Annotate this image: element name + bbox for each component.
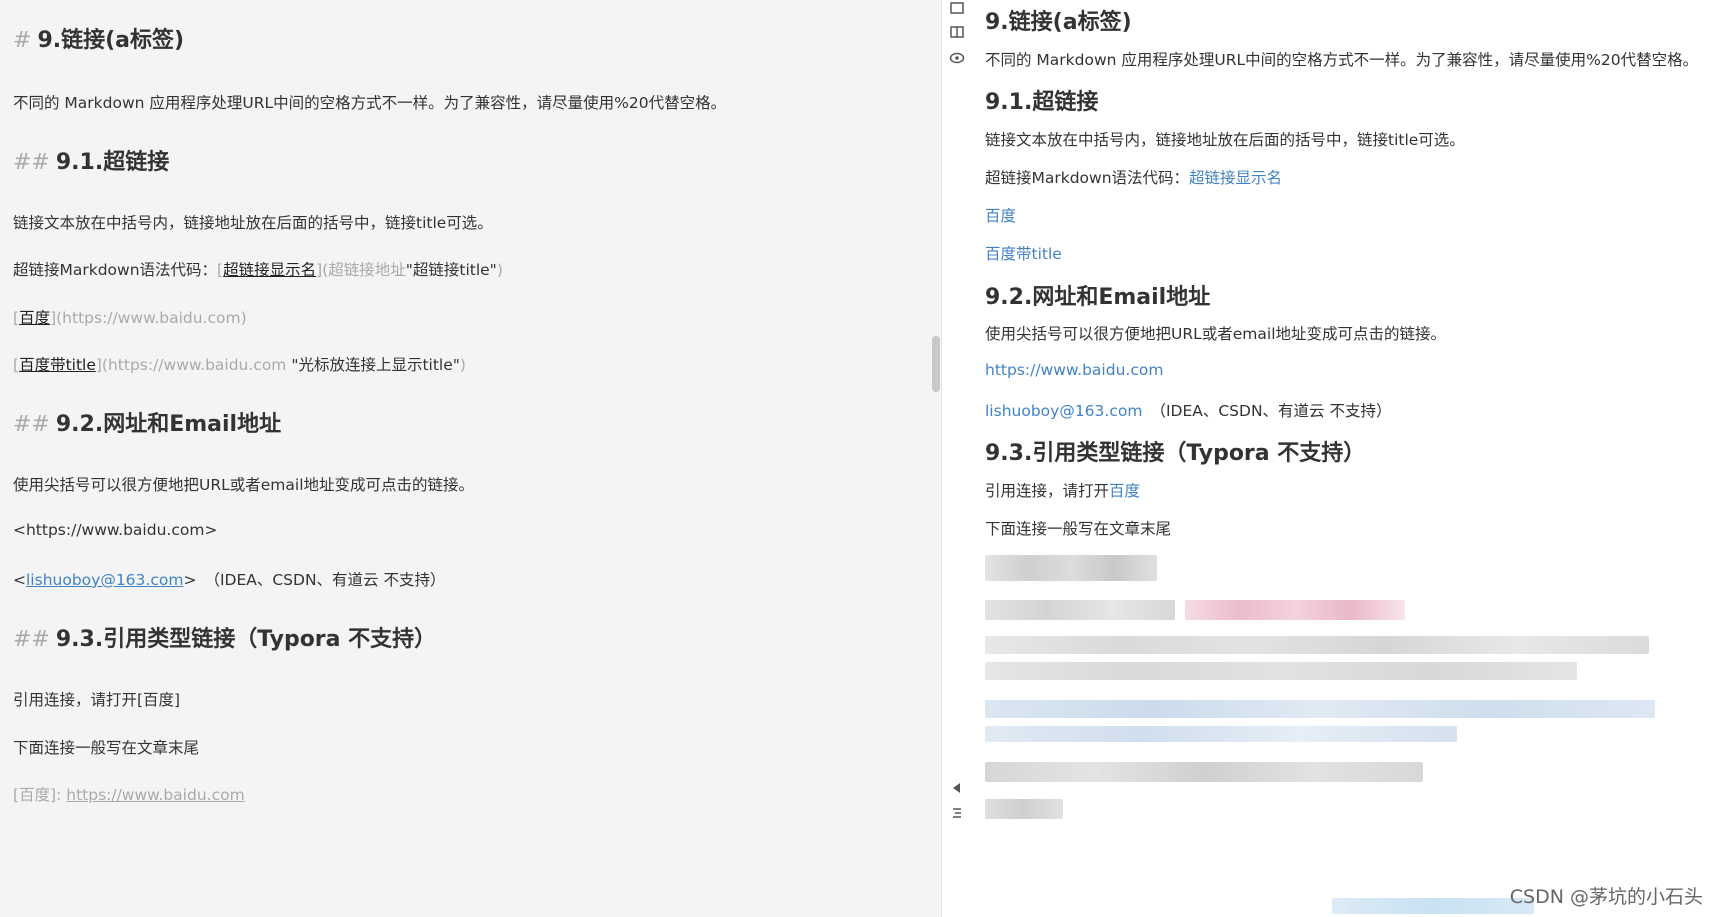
split-view-icon[interactable] (949, 24, 965, 40)
preview-heading-9-2: 9.2.网址和Email地址 (985, 285, 1211, 310)
reference-note: 下面连接一般写在文章末尾 (13, 739, 200, 757)
preview-link-description: 链接文本放在中括号内，链接地址放在后面的括号中，链接title可选。 (985, 131, 1465, 149)
preview-heading-9: 9.链接(a标签) (985, 10, 1132, 35)
baidu-link-source: [百度](https://www.baidu.com) (13, 306, 247, 328)
bracket: ) (459, 356, 466, 374)
view-toolbar (945, 0, 969, 917)
syntax-url: ](超链接地址 (316, 261, 406, 279)
preview-baidu-link[interactable]: 百度 (985, 204, 1016, 226)
preview-angle-description: 使用尖括号可以很方便地把URL或者email地址变成可点击的链接。 (985, 325, 1446, 343)
baidu-url: ](https://www.baidu.com (95, 356, 292, 374)
heading-mark: # (13, 28, 32, 53)
email-note: （IDEA、CSDN、有道云 不支持） (1150, 402, 1392, 420)
syntax-link[interactable]: 超链接显示名 (1189, 169, 1282, 187)
preview-heading-9-3: 9.3.引用类型链接（Typora 不支持） (985, 441, 1366, 466)
intro-text: 不同的 Markdown 应用程序处理URL中间的空格方式不一样。为了兼容性，请… (13, 94, 727, 112)
heading-text: 9.链接(a标签) (37, 28, 185, 53)
bracket: > (183, 571, 197, 589)
syntax-link-text[interactable]: 超链接显示名 (223, 261, 316, 279)
redacted-block (985, 636, 1649, 654)
email-link[interactable]: lishuoboy@163.com (985, 402, 1142, 420)
bracket: ) (496, 261, 503, 279)
reference-link-line: 引用连接，请打开[百度] (13, 691, 181, 709)
reference-url[interactable]: https://www.baidu.com (66, 786, 244, 804)
preview-baidu-title-link[interactable]: 百度带title (985, 242, 1062, 264)
preview-syntax-line: 超链接Markdown语法代码：超链接显示名 (985, 166, 1282, 188)
heading-9-3: ## 9.3.引用类型链接（Typora 不支持） (13, 621, 436, 653)
redacted-block (985, 799, 1063, 819)
markdown-preview: 9.链接(a标签) 不同的 Markdown 应用程序处理URL中间的空格方式不… (970, 0, 1721, 917)
heading-mark: ## (13, 627, 50, 652)
preview-reference-note: 下面连接一般写在文章末尾 (985, 520, 1172, 538)
heading-9-2: ## 9.2.网址和Email地址 (13, 406, 281, 438)
preview-email-line: lishuoboy@163.com （IDEA、CSDN、有道云 不支持） (985, 399, 1391, 421)
redacted-block (985, 762, 1423, 782)
reference-definition: [百度]: https://www.baidu.com (13, 783, 245, 805)
baidu-url: ](https://www.baidu.com) (50, 309, 247, 327)
url-autolink-source: <https://www.baidu.com> (13, 521, 218, 539)
link-description: 链接文本放在中括号内，链接地址放在后面的括号中，链接title可选。 (13, 214, 493, 232)
preview-reference-line: 引用连接，请打开百度 (985, 479, 1140, 501)
syntax-title: "超链接title" (405, 261, 497, 279)
heading-9-1: ## 9.1.超链接 (13, 144, 169, 176)
link-title: "光标放连接上显示title" (291, 356, 460, 374)
csdn-watermark: CSDN @茅坑的小石头 (1509, 886, 1703, 908)
redacted-block (1185, 600, 1405, 620)
outline-icon[interactable] (949, 806, 965, 822)
syntax-line: 超链接Markdown语法代码：[超链接显示名](超链接地址"超链接title"… (13, 258, 503, 280)
syntax-prefix: 超链接Markdown语法代码： (13, 261, 218, 279)
email-link[interactable]: lishuoboy@163.com (26, 571, 183, 589)
preview-heading-9-1: 9.1.超链接 (985, 90, 1099, 115)
baidu-title-link-text[interactable]: 百度带title (19, 356, 96, 374)
redacted-block (985, 662, 1577, 680)
reference-label: [百度]: (13, 786, 67, 804)
heading-text: 9.1.超链接 (55, 150, 170, 175)
eye-icon[interactable] (949, 50, 965, 66)
redacted-block (985, 726, 1457, 742)
preview-url-link[interactable]: https://www.baidu.com (985, 361, 1163, 379)
baidu-link-text[interactable]: 百度 (19, 309, 50, 327)
redacted-block (1332, 898, 1534, 914)
baidu-title-link-source: [百度带title](https://www.baidu.com "光标放连接上… (13, 353, 466, 375)
heading-text: 9.3.引用类型链接（Typora 不支持） (55, 627, 437, 652)
bracket: < (13, 571, 26, 589)
pane-divider[interactable] (941, 0, 942, 917)
heading-mark: ## (13, 412, 50, 437)
syntax-prefix: 超链接Markdown语法代码： (985, 169, 1190, 187)
heading-text: 9.2.网址和Email地址 (55, 412, 282, 437)
heading-9: #9.链接(a标签) (13, 22, 184, 54)
angle-bracket-description: 使用尖括号可以很方便地把URL或者email地址变成可点击的链接。 (13, 476, 474, 494)
sidebar-icon[interactable] (949, 0, 965, 16)
editor-scrollbar[interactable] (932, 336, 940, 392)
reference-prefix: 引用连接，请打开 (985, 482, 1110, 500)
preview-intro: 不同的 Markdown 应用程序处理URL中间的空格方式不一样。为了兼容性，请… (985, 51, 1699, 69)
redacted-block (985, 555, 1157, 581)
heading-mark: ## (13, 150, 50, 175)
markdown-source-editor[interactable]: #9.链接(a标签) 不同的 Markdown 应用程序处理URL中间的空格方式… (0, 0, 941, 917)
redacted-block (985, 700, 1655, 718)
collapse-icon[interactable] (949, 780, 965, 796)
email-autolink-source: <lishuoboy@163.com> （IDEA、CSDN、有道云 不支持） (13, 568, 445, 590)
redacted-block (985, 600, 1175, 620)
email-note: （IDEA、CSDN、有道云 不支持） (204, 571, 446, 589)
reference-link[interactable]: 百度 (1109, 482, 1140, 500)
